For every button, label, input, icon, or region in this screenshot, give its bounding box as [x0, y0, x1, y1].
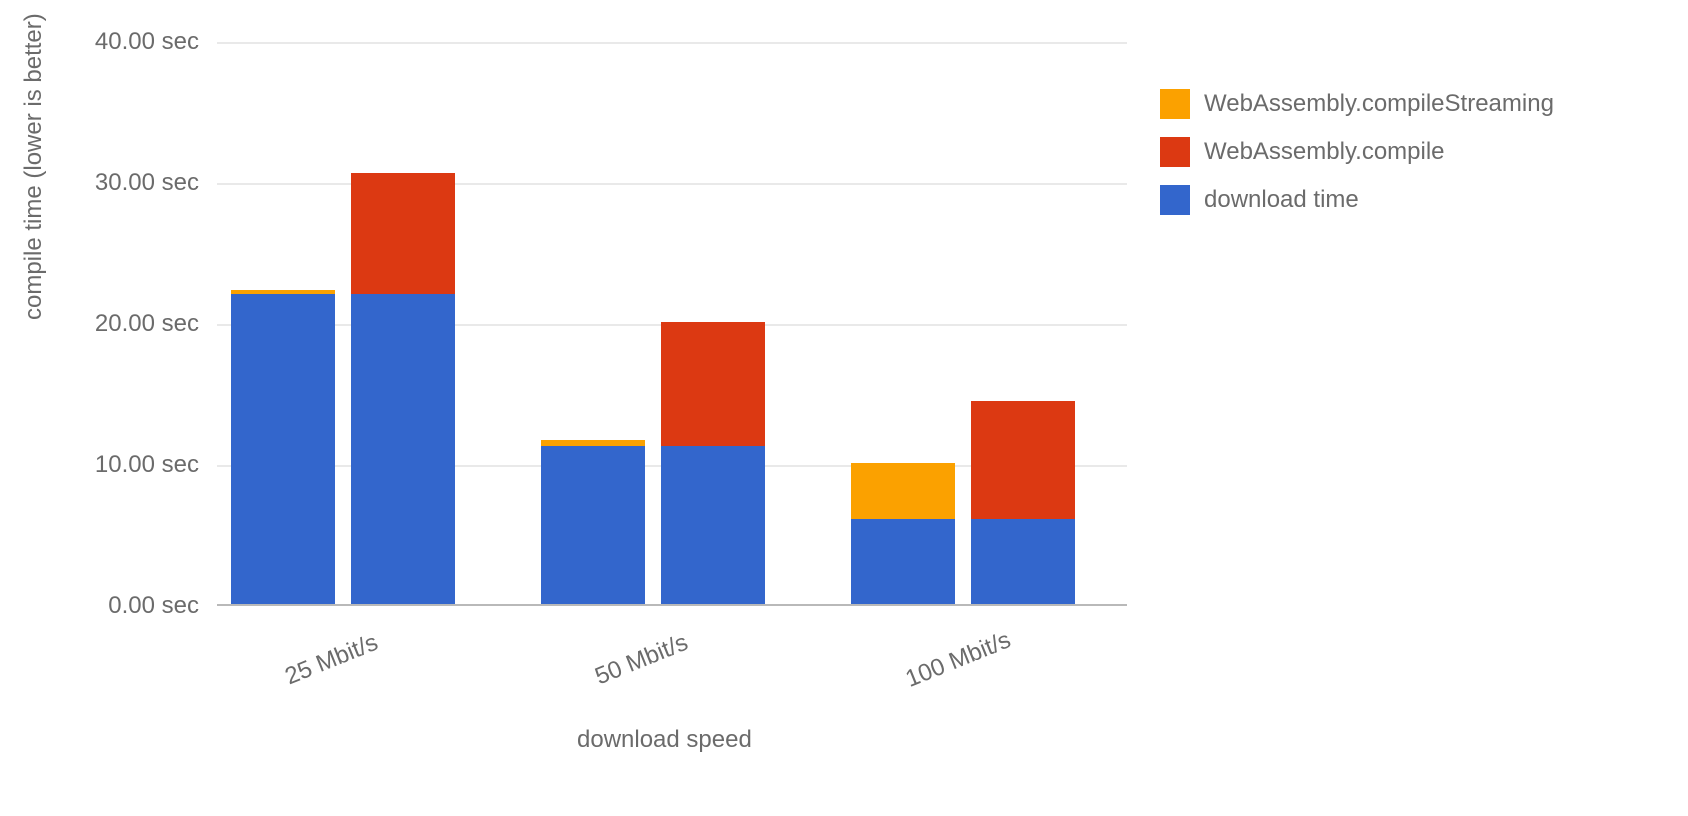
bars-area [217, 40, 1127, 604]
bar-segment [541, 446, 645, 604]
bar-segment [851, 519, 955, 604]
legend-label: WebAssembly.compile [1204, 138, 1445, 166]
x-tick-label: 100 Mbit/s [902, 626, 1015, 693]
y-tick-label: 30.00 sec [9, 169, 199, 197]
legend-label: WebAssembly.compileStreaming [1204, 90, 1554, 118]
legend-label: download time [1204, 186, 1359, 214]
bar-segment [851, 463, 955, 519]
x-axis-label: download speed [577, 726, 752, 754]
y-axis-label: compile time (lower is better) [20, 13, 48, 320]
legend-item: WebAssembly.compile [1160, 128, 1554, 176]
legend-swatch [1160, 89, 1190, 119]
legend-item: WebAssembly.compileStreaming [1160, 80, 1554, 128]
bar [541, 440, 645, 604]
y-tick-label: 20.00 sec [9, 310, 199, 338]
bar-segment [231, 294, 335, 604]
chart-container: compile time (lower is better) 0.00 sec 1… [0, 0, 1688, 816]
x-tick-label: 50 Mbit/s [591, 629, 692, 691]
x-tick-label: 25 Mbit/s [281, 629, 382, 691]
bar-segment [971, 519, 1075, 604]
y-tick-label: 0.00 sec [9, 592, 199, 620]
legend-swatch [1160, 185, 1190, 215]
bar-segment [661, 322, 765, 446]
y-tick-label: 10.00 sec [9, 451, 199, 479]
bar-segment [351, 294, 455, 604]
legend: WebAssembly.compileStreaming WebAssembly.… [1160, 80, 1554, 224]
legend-swatch [1160, 137, 1190, 167]
bar [851, 463, 955, 604]
y-tick-label: 40.00 sec [9, 28, 199, 56]
legend-item: download time [1160, 176, 1554, 224]
bar [351, 173, 455, 604]
bar-segment [661, 446, 765, 604]
bar [231, 290, 335, 604]
bar [661, 322, 765, 604]
bar-segment [971, 401, 1075, 519]
bar [971, 401, 1075, 604]
bar-segment [351, 173, 455, 294]
plot-area [217, 42, 1127, 606]
